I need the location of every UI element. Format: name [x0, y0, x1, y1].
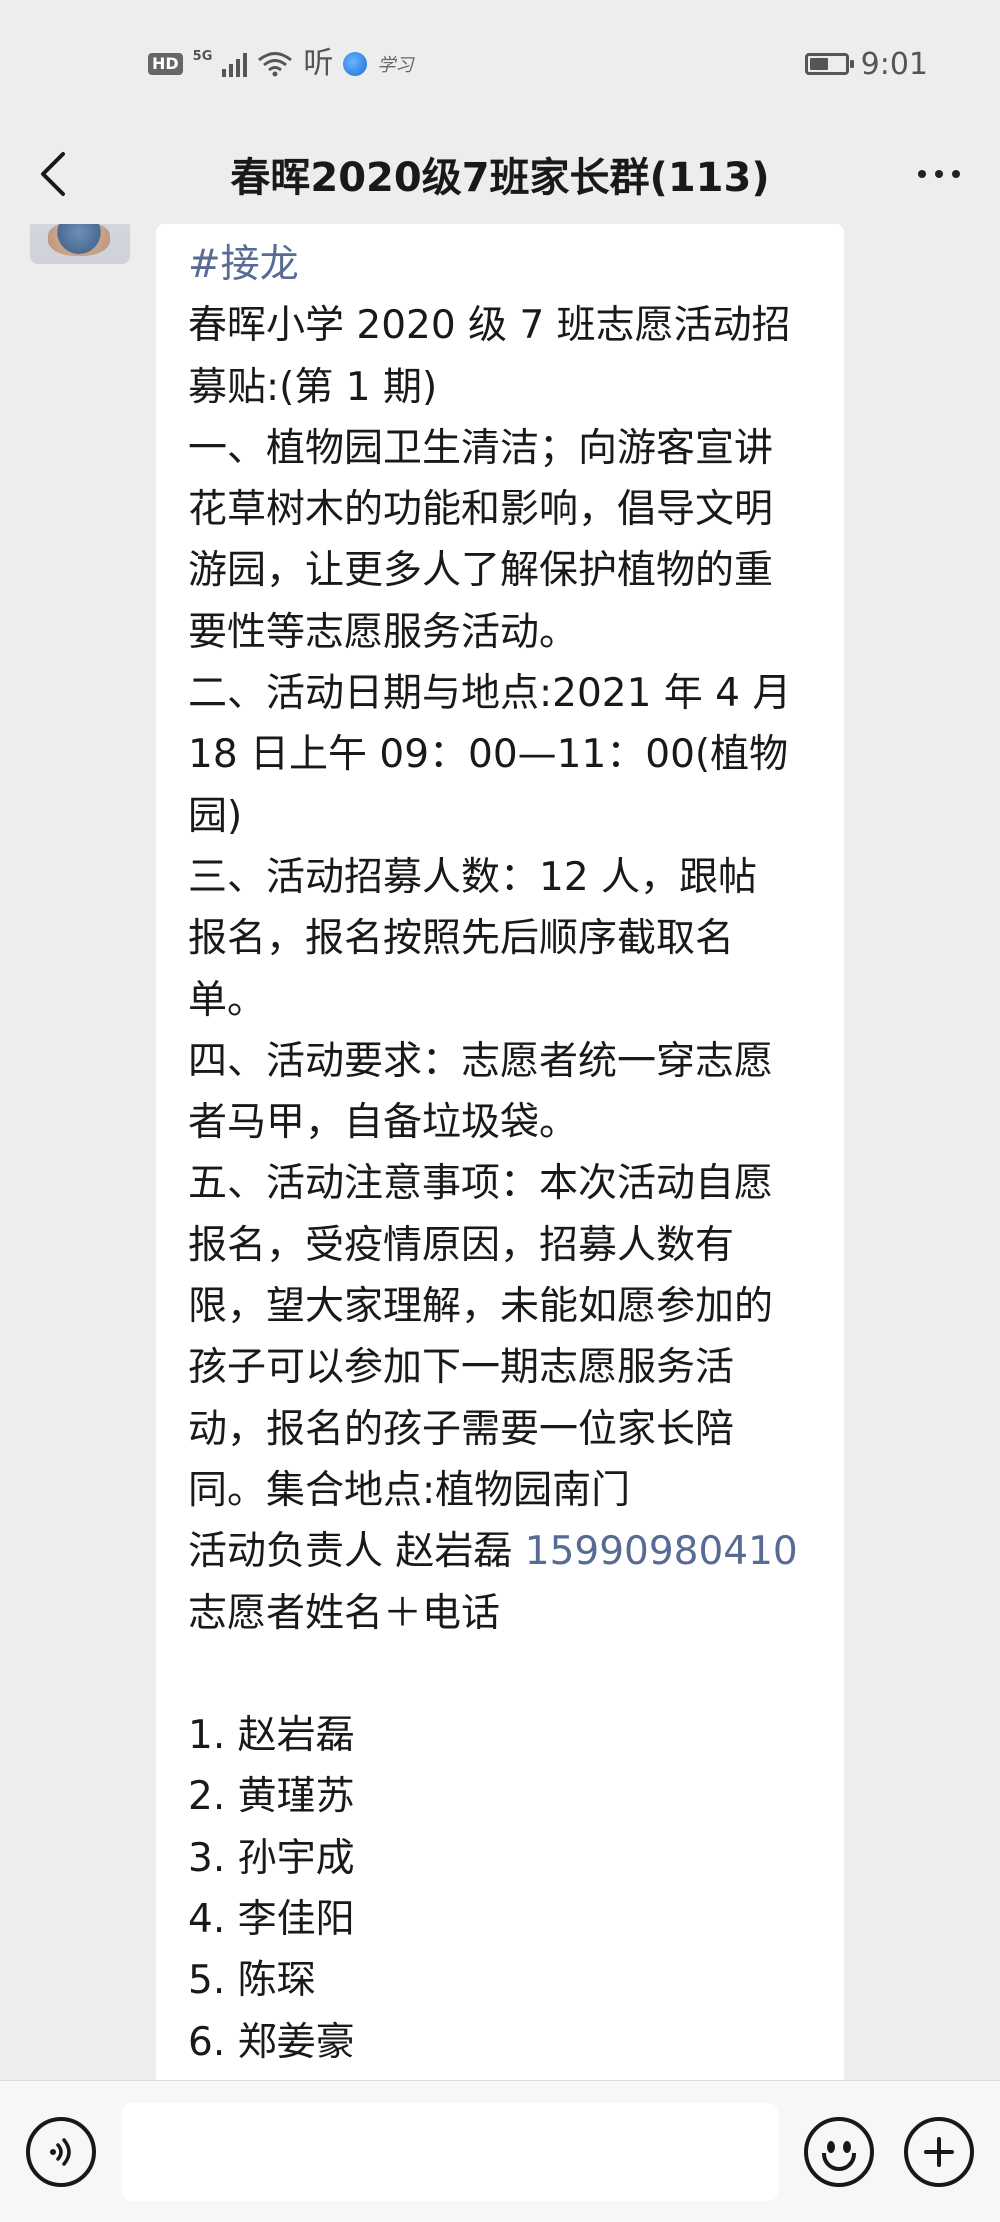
message-line: 要性等志愿服务活动。 — [188, 609, 579, 655]
message-line: 者马甲，自备垃圾袋。 — [188, 1100, 579, 1146]
signup-format-line: 志愿者姓名＋电话 — [188, 1590, 501, 1636]
chevron-left-icon — [41, 152, 65, 196]
hd-badge: HD — [148, 53, 183, 75]
emoji-button[interactable] — [804, 2117, 874, 2187]
ting-app-icon: 听 — [303, 46, 334, 81]
message-line: 一、植物园卫生清洁；向游客宣讲 — [188, 425, 774, 471]
status-icons-left: HD 5G 听 学习 — [148, 44, 413, 84]
message-line: 报名，受疫情原因，招募人数有 — [188, 1222, 735, 1268]
app-notification-icon — [343, 52, 368, 76]
message-line: 春晖小学 2020 级 7 班志愿活动招 — [188, 303, 791, 349]
signup-item: 3. 孙宇成 — [188, 1835, 355, 1881]
chat-message-list[interactable]: #接龙 春晖小学 2020 级 7 班志愿活动招 募贴:(第 1 期) 一、植物园卫… — [0, 224, 1000, 2080]
signup-item: 7. 冯述斌 — [188, 2073, 816, 2080]
message-line: 二、活动日期与地点:2021 年 4 月 — [188, 671, 792, 717]
signup-item: 2. 黄瑾苏 — [188, 1774, 355, 1820]
message-bubble[interactable]: #接龙 春晖小学 2020 级 7 班志愿活动招 募贴:(第 1 期) 一、植物园卫… — [156, 224, 844, 2080]
chat-header: 春晖2020级7班家长群(113) — [0, 124, 1000, 224]
signal-icon — [222, 51, 248, 77]
message-line: 募贴:(第 1 期) — [188, 364, 438, 410]
emoji-icon — [827, 2141, 835, 2153]
signup-item: 4. 李佳阳 — [188, 1897, 355, 1943]
battery-icon — [804, 53, 854, 75]
xuexi-app-icon: 学习 — [377, 55, 414, 76]
contact-line: 活动负责人 赵岩磊 15990980410 — [188, 1521, 816, 1582]
signup-list: 1. 赵岩磊 2. 黄瑾苏 3. 孙宇成 4. 李佳阳 5. 陈琛 6. 郑姜豪 7. 冯述… — [188, 1705, 816, 2080]
back-button[interactable] — [22, 144, 82, 204]
signup-item: 6. 郑姜豪 — [188, 2019, 355, 2065]
message-line: 动，报名的孩子需要一位家长陪 — [188, 1406, 735, 1452]
message-line: 花草树木的功能和影响，倡导文明 — [188, 487, 774, 533]
more-dots-icon — [918, 170, 926, 178]
plus-button[interactable] — [904, 2117, 974, 2187]
message-line: 单。 — [188, 977, 267, 1023]
message-input[interactable] — [122, 2103, 778, 2201]
avatar[interactable] — [30, 224, 130, 264]
phone-link[interactable]: 15990980410 — [525, 1529, 798, 1574]
message-line: 限，望大家理解，未能如愿参加的 — [188, 1284, 774, 1330]
message-line: 园) — [188, 793, 243, 839]
message-body: 春晖小学 2020 级 7 班志愿活动招 募贴:(第 1 期) 一、植物园卫生清洁；… — [188, 295, 816, 1521]
network-type-label: 5G — [192, 48, 213, 64]
status-bar: HD 5G 听 学习 9:01 — [0, 0, 1000, 124]
more-button[interactable] — [904, 144, 974, 204]
contact-prefix: 活动负责人 赵岩磊 — [188, 1529, 525, 1575]
signup-item: 1. 赵岩磊 — [188, 1713, 355, 1759]
hashtag-link[interactable]: #接龙 — [188, 234, 816, 295]
page-title: 春晖2020级7班家长群(113) — [230, 155, 770, 201]
message-line: 孩子可以参加下一期志愿服务活 — [188, 1345, 735, 1391]
message-line: 五、活动注意事项：本次活动自愿 — [188, 1161, 774, 1207]
status-icons-right: 9:01 — [804, 44, 928, 84]
message-line: 三、活动招募人数：12 人，跟帖 — [188, 854, 758, 900]
message-line: 同。集合地点:植物园南门 — [188, 1467, 631, 1513]
wifi-icon — [258, 52, 293, 77]
message-line: 四、活动要求：志愿者统一穿志愿 — [188, 1038, 774, 1084]
message-line: 游园，让更多人了解保护植物的重 — [188, 548, 774, 594]
voice-icon — [50, 2138, 71, 2166]
message-line: 报名，报名按照先后顺序截取名 — [188, 916, 735, 962]
voice-button[interactable] — [26, 2117, 96, 2187]
avatar-figure-body — [48, 224, 110, 256]
status-time: 9:01 — [860, 46, 928, 82]
signup-item: 5. 陈琛 — [188, 1958, 316, 2004]
message-input-bar — [0, 2080, 1000, 2222]
message-line: 18 日上午 09：00—11：00(植物 — [188, 732, 789, 778]
